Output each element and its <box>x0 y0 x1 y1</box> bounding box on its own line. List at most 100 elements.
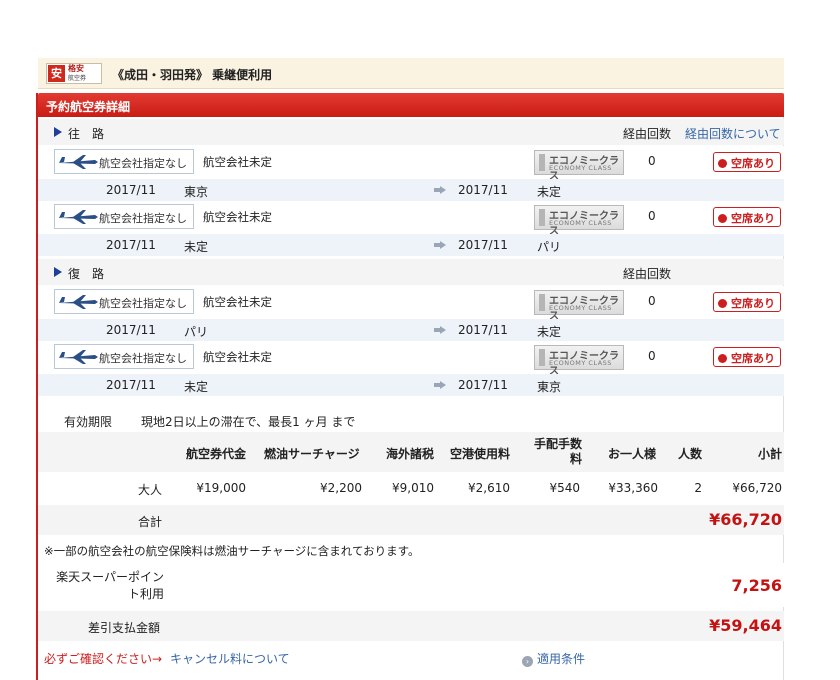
airline-badge: 航空会社指定なし <box>54 289 194 314</box>
arrival-city: 未定 <box>537 185 562 199</box>
availability-badge: 空席あり <box>713 152 781 172</box>
availability-text: 空席あり <box>731 352 775 365</box>
header-overseas: 海外諸税 <box>386 447 435 461</box>
payment-label: 差引支払金額 <box>88 621 161 635</box>
cancellation-fee-link[interactable]: キャンセル料について <box>170 650 290 667</box>
points-row: 楽天スーパーポイント利用 7,256 <box>38 563 784 607</box>
carrier-text: 航空会社未定 <box>203 210 272 224</box>
handling-fee: ¥540 <box>549 481 580 495</box>
airline-text: 航空会社指定なし <box>99 157 187 170</box>
passenger-type: 大人 <box>138 483 163 497</box>
departure-city: パリ <box>184 325 209 339</box>
availability-text: 空席あり <box>731 297 775 310</box>
route-row: 2017/11 未定 2017/11 東京 <box>38 374 784 396</box>
airplane-icon <box>59 210 98 224</box>
route-row: 2017/11 パリ 2017/11 未定 <box>38 319 784 341</box>
triangle-right-icon <box>54 127 62 137</box>
hops-label: 経由回数 <box>623 127 672 141</box>
fare-row: 大人 ¥19,000 ¥2,200 ¥9,010 ¥2,610 ¥540 ¥33… <box>38 472 784 505</box>
airline-text: 航空会社指定なし <box>99 297 187 310</box>
class-en: ECONOMY CLASS <box>549 359 612 367</box>
airline-text: 航空会社指定なし <box>99 212 187 225</box>
return-label: 復 路 <box>68 267 105 281</box>
payment-row: 差引支払金額 ¥59,464 <box>38 611 784 641</box>
departure-date: 2017/11 <box>106 238 156 252</box>
airline-text: 航空会社指定なし <box>99 352 187 365</box>
insurance-note: ※一部の航空会社の航空保険料は燃油サーチャージに含まれております。 <box>44 544 420 558</box>
economy-class-badge: エコノミークラス ECONOMY CLASS <box>534 150 624 182</box>
header-subtotal: 小計 <box>757 447 782 461</box>
hops-info-link[interactable]: 経由回数について <box>685 125 781 142</box>
points-value: 7,256 <box>731 576 782 595</box>
departure-date: 2017/11 <box>106 323 156 337</box>
reservation-detail-panel: 予約航空券詳細 往 路 経由回数 経由回数について 航空会社指定なし 航空会社未… <box>36 93 784 680</box>
overseas-tax: ¥9,010 <box>392 481 434 495</box>
arrival-date: 2017/11 <box>458 238 508 252</box>
arrival-date: 2017/11 <box>458 323 508 337</box>
conditions-link[interactable]: › 適用条件 <box>522 650 585 667</box>
departure-city: 未定 <box>184 240 209 254</box>
header-per-person: お一人様 <box>608 447 657 461</box>
departure-city: 未定 <box>184 380 209 394</box>
ticket-price: ¥19,000 <box>196 481 246 495</box>
fare-total-row: 合計 ¥66,720 <box>38 505 784 535</box>
class-en: ECONOMY CLASS <box>549 164 612 172</box>
page-title: 《成田・羽田発》 乗継便利用 <box>112 68 273 82</box>
economy-class-badge: エコノミークラス ECONOMY CLASS <box>534 290 624 322</box>
airplane-icon <box>59 350 98 364</box>
arrow-right-icon <box>434 241 446 249</box>
arrival-city: 東京 <box>537 380 562 394</box>
carrier-text: 航空会社未定 <box>203 350 272 364</box>
availability-dot-icon <box>718 214 727 223</box>
conditions-text: 適用条件 <box>537 652 586 666</box>
outbound-label: 往 路 <box>68 127 105 141</box>
economy-class-badge: エコノミークラス ECONOMY CLASS <box>534 345 624 377</box>
outbound-section-header: 往 路 経由回数 経由回数について <box>38 119 784 145</box>
route-row: 2017/11 未定 2017/11 パリ <box>38 234 784 256</box>
total-label: 合計 <box>138 515 163 529</box>
stops-count: 0 <box>648 209 656 223</box>
triangle-right-icon <box>54 267 62 277</box>
stops-count: 0 <box>648 294 656 308</box>
airline-badge: 航空会社指定なし <box>54 149 194 174</box>
flight-row: 航空会社指定なし 航空会社未定 エコノミークラス ECONOMY CLASS 0… <box>38 201 784 237</box>
airline-badge: 航空会社指定なし <box>54 204 194 229</box>
points-label: 楽天スーパーポイント利用 <box>56 570 164 601</box>
arrow-right-icon <box>434 381 446 389</box>
economy-class-badge: エコノミークラス ECONOMY CLASS <box>534 205 624 237</box>
confirm-notice: 必ずご確認ください→ <box>44 652 163 666</box>
header-fuel: 燃油サーチャージ <box>264 447 360 461</box>
arrow-right-icon <box>434 326 446 334</box>
panel-title: 予約航空券詳細 <box>38 93 784 117</box>
passenger-count: 2 <box>694 481 702 495</box>
route-row: 2017/11 東京 2017/11 未定 <box>38 179 784 201</box>
availability-dot-icon <box>718 354 727 363</box>
per-person-price: ¥33,360 <box>608 481 658 495</box>
availability-badge: 空席あり <box>713 292 781 312</box>
header-ticket: 航空券代金 <box>186 447 247 461</box>
validity-text: 現地2日以上の滞在で、最長1 ヶ月 まで <box>141 415 356 429</box>
availability-text: 空席あり <box>731 157 775 170</box>
header-count: 人数 <box>678 447 703 461</box>
row-subtotal: ¥66,720 <box>732 481 782 495</box>
departure-city: 東京 <box>184 185 209 199</box>
availability-text: 空席あり <box>731 212 775 225</box>
class-en: ECONOMY CLASS <box>549 304 612 312</box>
stops-count: 0 <box>648 154 656 168</box>
arrival-city: 未定 <box>537 325 562 339</box>
hops-label: 経由回数 <box>623 267 672 281</box>
airline-badge: 航空会社指定なし <box>54 344 194 369</box>
chevron-right-icon: › <box>522 656 533 667</box>
arrival-date: 2017/11 <box>458 378 508 392</box>
stops-count: 0 <box>648 349 656 363</box>
payment-amount: ¥59,464 <box>709 616 782 635</box>
fuel-surcharge: ¥2,200 <box>320 481 362 495</box>
flight-row: 航空会社指定なし 航空会社未定 エコノミークラス ECONOMY CLASS 0… <box>38 341 784 377</box>
flight-row: 航空会社指定なし 航空会社未定 エコノミークラス ECONOMY CLASS 0… <box>38 286 784 322</box>
carrier-text: 航空会社未定 <box>203 155 272 169</box>
arrival-city: パリ <box>537 240 562 254</box>
availability-badge: 空席あり <box>713 347 781 367</box>
availability-dot-icon <box>718 299 727 308</box>
arrival-date: 2017/11 <box>458 183 508 197</box>
availability-dot-icon <box>718 159 727 168</box>
